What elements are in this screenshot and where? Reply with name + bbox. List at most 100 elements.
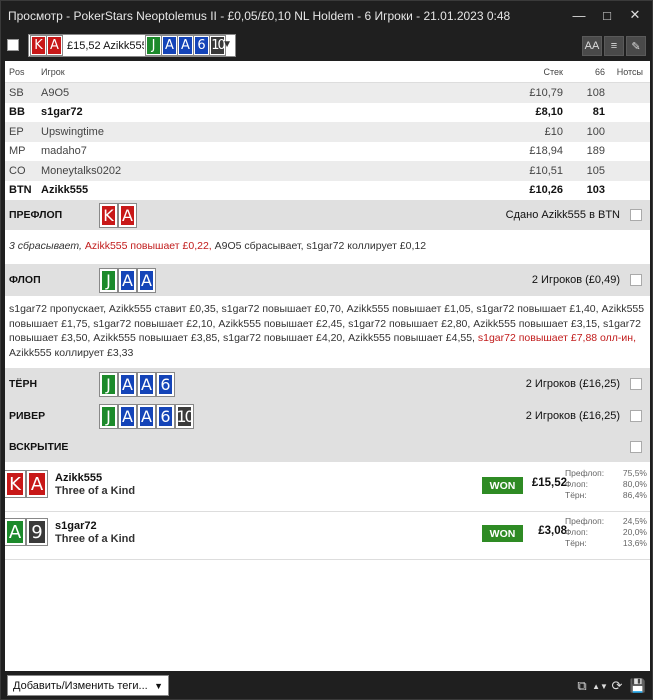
turn-note-icon[interactable] (630, 378, 642, 390)
player-name: Azikk555 (55, 472, 103, 484)
equity-row: Тёрн: 13,6% (565, 538, 647, 549)
cell-pos: BTN (9, 184, 32, 197)
chevron-down-icon: ▼ (154, 680, 163, 691)
board-card: A (161, 35, 178, 56)
spin-arrows-icon[interactable]: ▲▼ (591, 677, 609, 695)
table-row[interactable]: BTN Azikk555 £10,26 103 (5, 181, 650, 201)
hole-card: A (5, 518, 26, 546)
col-pos: Pos (9, 66, 25, 77)
cell-pos: MP (9, 145, 26, 158)
equity-row: Тёрн: 86,4% (565, 490, 647, 501)
preflop-header: ПРЕФЛОП KA Сдано Azikk555 в BTN (5, 200, 650, 230)
equity-street: Флоп: (565, 527, 588, 537)
equity-street: Тёрн: (565, 490, 587, 500)
river-header: РИВЕР J A A 6 10 2 Игроков (£16,25) (5, 400, 650, 432)
river-label: РИВЕР (9, 410, 46, 422)
board-card: A (118, 403, 137, 429)
flop-label: ФЛОП (9, 274, 41, 286)
hand-selector[interactable]: KA £15,52 Azikk555 J A A 6 10 ▼ (28, 34, 236, 57)
action-call: A9O5 сбрасывает, s1gar72 коллирует £0,12 (214, 240, 427, 252)
board-card: 6 (193, 35, 210, 56)
turn-label: ТЁРН (9, 378, 38, 390)
showdown-list: K A Azikk555 Three of a Kind WON £15,52 Префло… (5, 464, 650, 560)
minimize-icon[interactable]: — (566, 5, 592, 25)
board-card: 10 (175, 403, 195, 429)
bottom-bar: Добавить/Изменить теги... ▼ ⧉ ▲▼ ⟳ 💾 (1, 671, 652, 700)
cell-pos: EP (9, 125, 24, 138)
equity-value: 80,0% (622, 479, 647, 489)
board-card: 6 (156, 371, 175, 397)
hand-card: A (46, 35, 63, 56)
cell-player: A9O5 (41, 86, 70, 99)
board-card: A (137, 403, 156, 429)
river-cards: J A A 6 10 (99, 403, 195, 429)
cell-player: s1gar72 (41, 106, 83, 119)
hole-card: A (26, 470, 48, 498)
river-pot: 2 Игроков (£16,25) (525, 410, 620, 422)
flop-cards: JAA (99, 267, 156, 293)
cell-player: Upswingtime (41, 125, 104, 138)
hole-card: A (118, 202, 137, 228)
cell-c66: 100 (586, 125, 605, 138)
table-row[interactable]: MP madaho7 £18,94 189 (5, 142, 650, 162)
maximize-icon[interactable]: □ (594, 5, 620, 25)
equity-value: 20,0% (622, 527, 647, 537)
board-card: A (177, 35, 194, 56)
board-card: A (118, 371, 137, 397)
turn-pot: 2 Игроков (£16,25) (525, 378, 620, 390)
board-card: A (137, 267, 156, 293)
col-stack: Стек (543, 66, 563, 77)
cell-c66: 189 (586, 145, 605, 158)
equity-value: 24,5% (622, 516, 647, 526)
won-amount: £15,52 (531, 477, 567, 489)
col-player: Игрок (41, 66, 65, 77)
cell-player: Moneytalks0202 (41, 164, 122, 177)
save-icon[interactable]: 💾 (629, 677, 647, 695)
action-fold: 3 сбрасывает, (9, 240, 82, 252)
cell-player: Azikk555 (41, 184, 89, 197)
board-card: A (137, 371, 156, 397)
hole-card: K (5, 470, 26, 498)
preflop-actions: 3 сбрасывает, Azikk555 повышает £0,22, A… (5, 230, 650, 264)
flop-note-icon[interactable] (630, 274, 642, 286)
edit-icon[interactable]: ✎ (626, 36, 646, 56)
tags-dropdown[interactable]: Добавить/Изменить теги... ▼ (7, 675, 169, 696)
showdown-player: K A Azikk555 Three of a Kind WON £15,52 Префло… (5, 464, 650, 512)
preflop-note-icon[interactable] (630, 209, 642, 221)
won-amount: £3,08 (538, 525, 567, 537)
cell-stack: £10 (544, 125, 563, 138)
cell-pos: BB (9, 106, 25, 119)
cell-stack: £8,10 (535, 106, 563, 119)
cell-pos: SB (9, 86, 24, 99)
board-card: J (145, 35, 162, 56)
table-row[interactable]: BB s1gar72 £8,10 81 (5, 103, 650, 123)
select-hand-checkbox[interactable] (7, 39, 19, 51)
showdown-header: ВСКРЫТИЕ (5, 432, 650, 462)
copy-icon[interactable]: ⧉ (573, 677, 591, 695)
preflop-label: ПРЕФЛОП (9, 209, 63, 221)
table-row[interactable]: CO Moneytalks0202 £10,51 105 (5, 161, 650, 181)
action-raise: Azikk555 повышает £0,22, (84, 240, 212, 252)
hand-rank: Three of a Kind (55, 533, 136, 545)
action-call: Azikk555 коллирует £3,33 (9, 346, 134, 359)
list-icon[interactable]: ≡ (604, 36, 624, 56)
hand-rank: Three of a Kind (55, 485, 136, 497)
player-name: s1gar72 (55, 520, 97, 532)
col-notes: Нотсы (616, 66, 643, 77)
font-size-icon[interactable]: AA (582, 36, 602, 56)
refresh-icon[interactable]: ⟳ (608, 677, 626, 695)
table-row[interactable]: EP Upswingtime £10 100 (5, 122, 650, 142)
cell-c66: 105 (586, 164, 605, 177)
hand-selector-text: £15,52 Azikk555 (67, 39, 144, 52)
equity-value: 86,4% (622, 490, 647, 500)
toolbar: KA £15,52 Azikk555 J A A 6 10 ▼ AA ≡ ✎ (1, 31, 652, 61)
won-badge: WON (482, 525, 523, 542)
hand-card: K (30, 35, 47, 56)
table-row[interactable]: SB A9O5 £10,79 108 (5, 83, 650, 103)
chevron-down-icon: ▼ (222, 39, 232, 50)
equity-row: Флоп: 80,0% (565, 479, 647, 490)
showdown-note-icon[interactable] (630, 441, 642, 453)
close-icon[interactable]: ✕ (622, 5, 648, 25)
cell-stack: £10,51 (529, 164, 563, 177)
river-note-icon[interactable] (630, 410, 642, 422)
